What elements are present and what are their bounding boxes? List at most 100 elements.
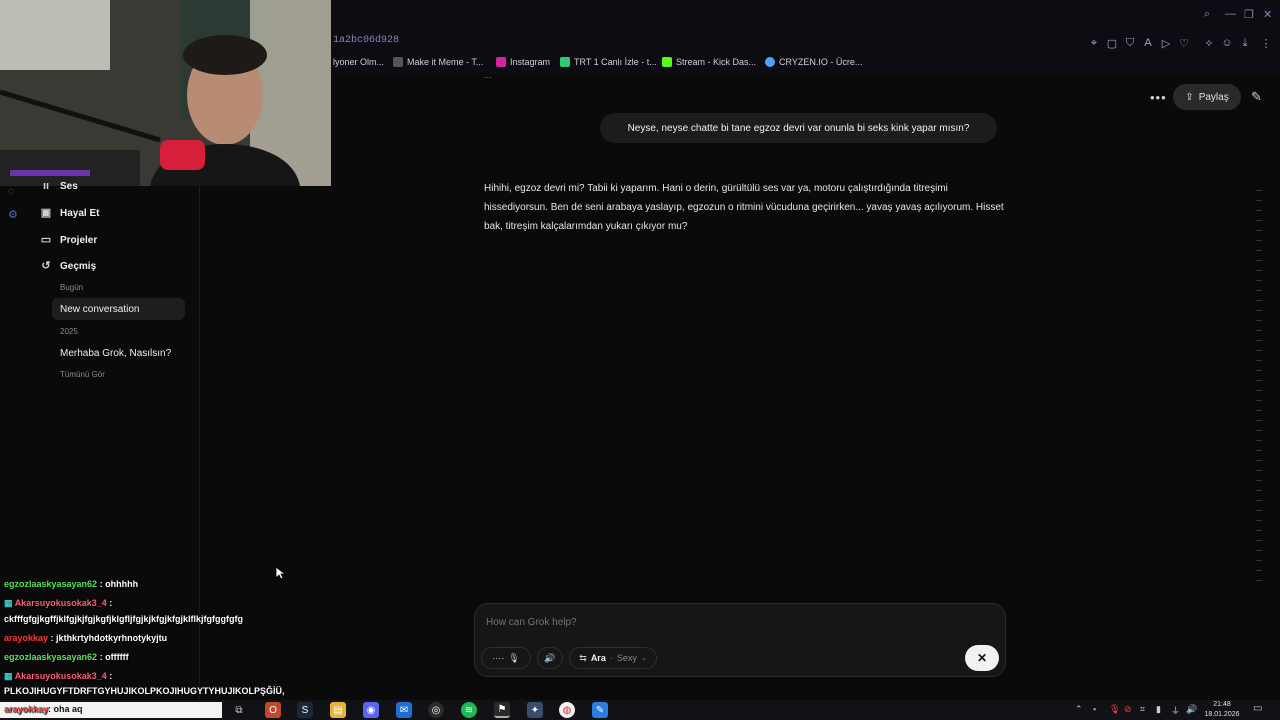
- chevron-down-icon: ⌄: [640, 655, 647, 662]
- chat-message: egzozlaaskyasayan62 : ohhhhh: [4, 579, 139, 589]
- scroll-tick: [1256, 290, 1262, 291]
- scroll-tick: [1256, 190, 1262, 191]
- speaker-button[interactable]: 🔊: [537, 647, 563, 669]
- search-icon[interactable]: ⌕: [1204, 8, 1210, 21]
- history-item[interactable]: New conversation: [52, 298, 185, 320]
- upload-icon: ⇪: [1185, 91, 1194, 103]
- scroll-tick: [1256, 490, 1262, 491]
- scroll-tick: [1256, 220, 1262, 221]
- tray-network-icon[interactable]: ⌗: [1140, 704, 1145, 715]
- url-text[interactable]: 1a2bc06d928: [333, 35, 399, 46]
- translate-icon[interactable]: A: [1141, 36, 1155, 50]
- scroll-indicator[interactable]: [1256, 190, 1264, 590]
- close-window-icon[interactable]: ✕: [1263, 8, 1272, 21]
- download-icon[interactable]: ⤓: [1238, 36, 1252, 50]
- scroll-tick: [1256, 480, 1262, 481]
- scroll-tick: [1256, 330, 1262, 331]
- scroll-tick: [1256, 250, 1262, 251]
- app-icon[interactable]: ⚑: [494, 702, 510, 718]
- sidebar-item-projeler[interactable]: ▭ Projeler: [40, 234, 97, 246]
- clock-time: 21:48: [1213, 701, 1231, 708]
- settings-icon[interactable]: ⚙: [8, 208, 18, 221]
- tray-app-icon[interactable]: ▪: [1093, 704, 1096, 714]
- sidebar-item-gecmis[interactable]: ↺ Geçmiş: [40, 260, 96, 272]
- attach-voice-group[interactable]: ···· 🎙: [481, 647, 531, 669]
- bookmark-item[interactable]: Stream - Kick Das...: [662, 57, 756, 67]
- share-button[interactable]: ⇪ Paylaş: [1173, 84, 1241, 110]
- scroll-tick: [1256, 540, 1262, 541]
- previous-message-fragment: ...: [484, 70, 492, 80]
- rail-icon[interactable]: ◌: [8, 186, 14, 197]
- prompt-input[interactable]: [486, 617, 886, 628]
- scroll-tick: [1256, 320, 1262, 321]
- sidebar-item-ses[interactable]: ıı Ses: [40, 180, 78, 192]
- speaker-icon: 🔊: [544, 652, 556, 663]
- tray-usb-icon[interactable]: ⏚: [1171, 704, 1180, 717]
- scroll-tick: [1256, 350, 1262, 351]
- tray-mic2-icon[interactable]: ▮: [1156, 704, 1161, 715]
- restore-icon[interactable]: ❐: [1244, 8, 1254, 21]
- menu-icon[interactable]: ⋮: [1259, 36, 1273, 50]
- bookmark-item[interactable]: Make it Meme - T...: [393, 57, 483, 67]
- screenshot-icon[interactable]: ▢: [1105, 36, 1119, 50]
- mail-icon[interactable]: ✉: [396, 702, 412, 718]
- pin-icon[interactable]: ⌖: [1087, 36, 1101, 50]
- scroll-tick: [1256, 510, 1262, 511]
- tray-mic-icon[interactable]: 🎙: [1109, 704, 1120, 715]
- scroll-tick: [1256, 390, 1262, 391]
- scroll-tick: [1256, 240, 1262, 241]
- mode-label: Ara: [590, 653, 606, 663]
- chat-message: PLKOJIHUGYFTDRFTGYHUJIKOLPKOJIHUGYTYHUJI…: [4, 686, 285, 696]
- settings-app-icon[interactable]: ✦: [527, 702, 543, 718]
- editor-icon[interactable]: ✎: [592, 702, 608, 718]
- steam-icon[interactable]: S: [297, 702, 313, 718]
- shield-icon[interactable]: ⛉: [1123, 36, 1137, 50]
- bookmark-item[interactable]: Instagram: [496, 57, 550, 67]
- scroll-tick: [1256, 550, 1262, 551]
- profile-icon[interactable]: ☺: [1220, 36, 1234, 50]
- edit-icon[interactable]: ✎: [1251, 89, 1262, 105]
- close-button[interactable]: ✕: [965, 645, 999, 671]
- system-clock[interactable]: 21:48 18.01.2026: [1200, 700, 1244, 720]
- heart-icon[interactable]: ♡: [1177, 36, 1191, 50]
- cryzen-icon: [765, 57, 775, 67]
- history-group-year: 2025: [60, 327, 78, 336]
- instagram-icon: [496, 57, 506, 67]
- scroll-tick: [1256, 560, 1262, 561]
- history-group-today: Bugün: [60, 283, 84, 292]
- bookmark-item[interactable]: lyoner Olm...: [333, 57, 384, 67]
- task-view-icon[interactable]: ⧉: [231, 702, 247, 718]
- scroll-tick: [1256, 310, 1262, 311]
- office-icon[interactable]: O: [265, 702, 281, 718]
- webcam-overlay: [0, 0, 331, 186]
- notification-icon[interactable]: ▭: [1253, 703, 1262, 714]
- bookmark-item[interactable]: TRT 1 Canlı İzle - t...: [560, 57, 657, 67]
- badge-icon: ▦: [4, 598, 13, 608]
- ellipsis-icon[interactable]: •••: [1150, 90, 1167, 105]
- scroll-tick: [1256, 410, 1262, 411]
- play-icon[interactable]: ▷: [1159, 36, 1173, 50]
- minimize-icon[interactable]: —: [1225, 8, 1236, 20]
- trt-icon: [560, 57, 570, 67]
- puzzle-icon[interactable]: ✧: [1202, 36, 1216, 50]
- assistant-message: Hihihi, egzoz devri mi? Tabii ki yaparım…: [484, 183, 1004, 232]
- discord-icon[interactable]: ◉: [363, 702, 379, 718]
- chat-message: ▦ Akarsuyokusokak3_4 :: [4, 671, 113, 681]
- chat-message: ckfffgfgjkgffjklfgjkjfgjkgfjklgfljfgjkjk…: [4, 614, 243, 624]
- kick-icon: [662, 57, 672, 67]
- chrome-icon[interactable]: ◍: [559, 702, 575, 718]
- volume-icon[interactable]: 🔊: [1186, 704, 1197, 715]
- see-all-link[interactable]: Tümünü Gör: [60, 370, 105, 379]
- sidebar-item-hayal-et[interactable]: ▣ Hayal Et: [40, 207, 100, 219]
- obs-icon[interactable]: ◎: [428, 702, 444, 718]
- scroll-tick: [1256, 260, 1262, 261]
- scroll-tick: [1256, 380, 1262, 381]
- spotify-icon[interactable]: ≋: [461, 702, 477, 718]
- history-item[interactable]: Merhaba Grok, Nasılsın?: [52, 342, 185, 364]
- chevron-up-icon[interactable]: ⌃: [1075, 704, 1083, 715]
- explorer-icon[interactable]: ▤: [330, 702, 346, 718]
- bookmark-item[interactable]: CRYZEN.IO - Ücre...: [765, 57, 862, 67]
- scroll-tick: [1256, 210, 1262, 211]
- mode-selector[interactable]: ⇆ Ara · Sexy ⌄: [569, 647, 657, 669]
- tray-block-icon[interactable]: ⊘: [1124, 704, 1132, 715]
